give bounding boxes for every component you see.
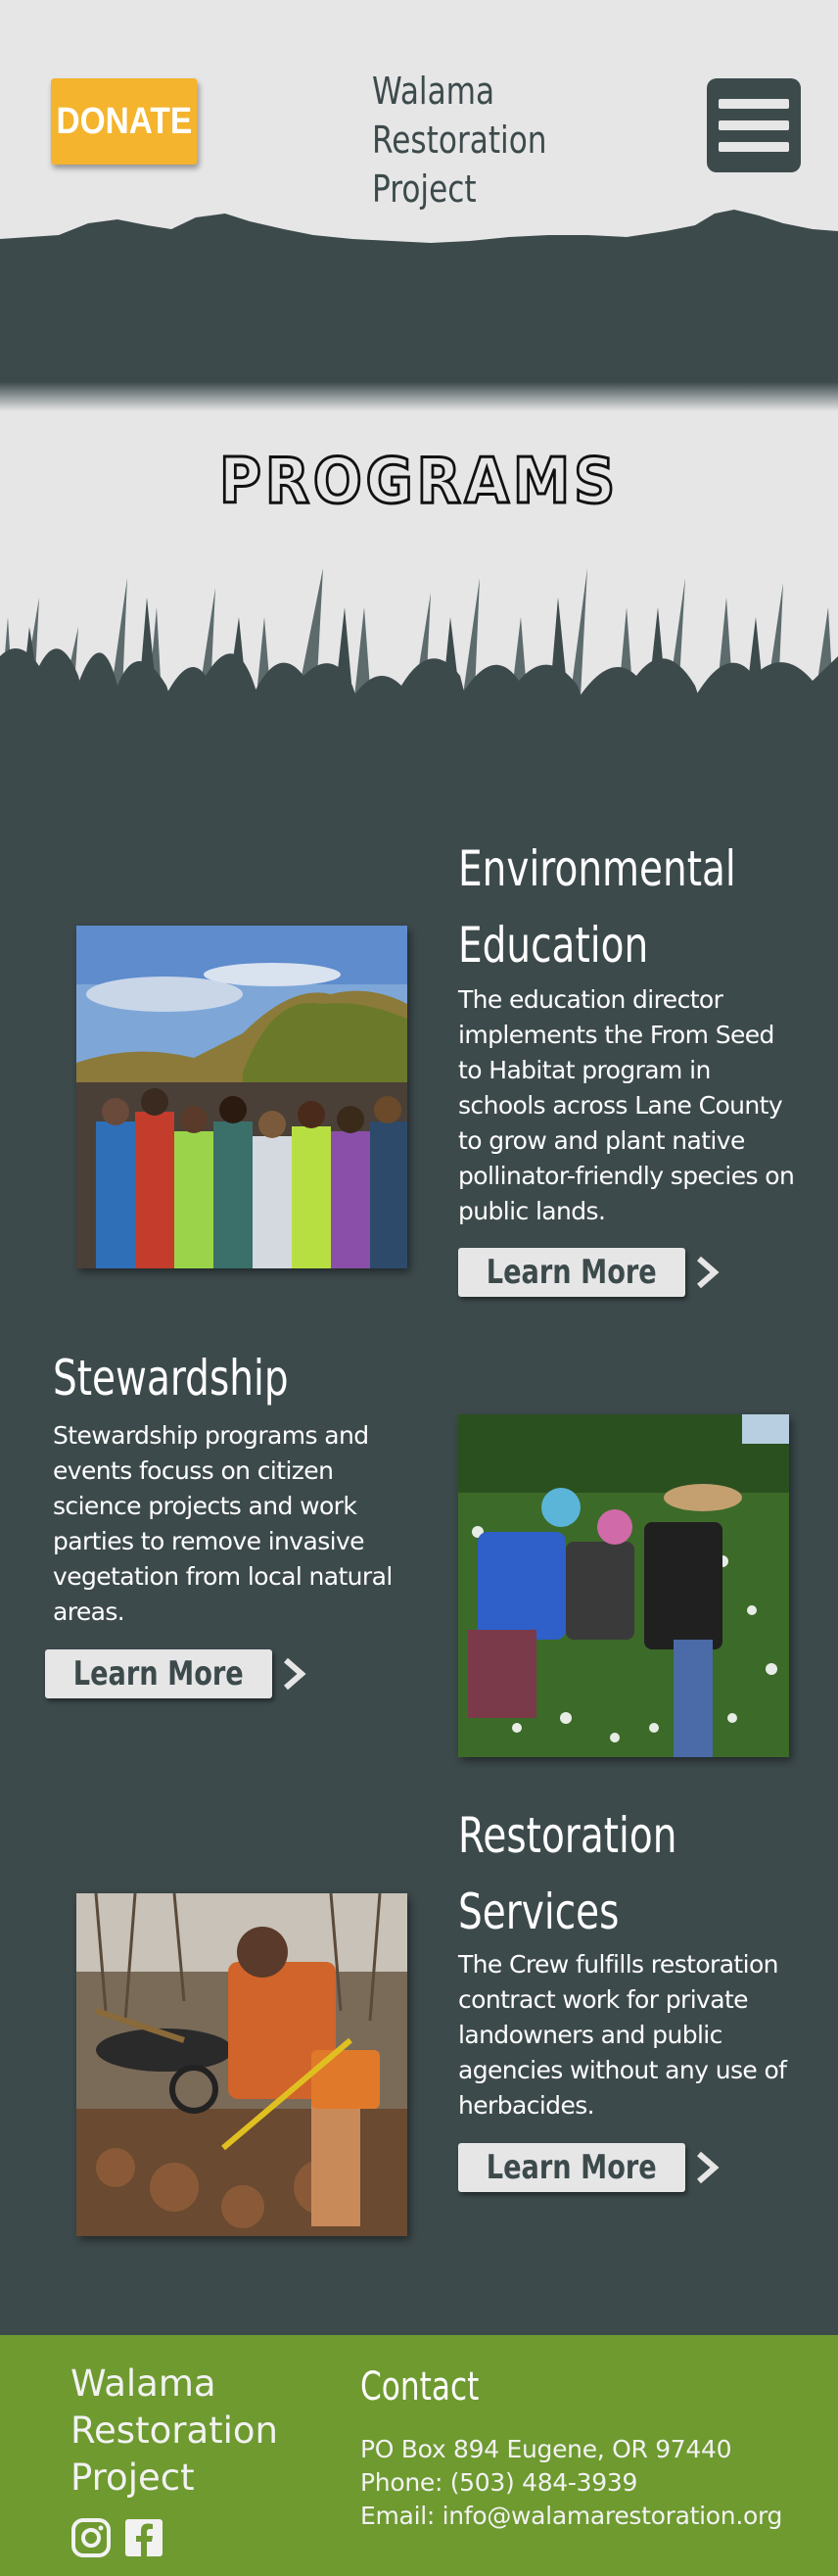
learn-more-button-restoration-services[interactable]: Learn More — [458, 2143, 685, 2192]
footer-org-name: Walama Restoration Project — [70, 2362, 278, 2499]
donate-button[interactable]: DONATE — [51, 78, 198, 165]
programs-section: Environmental Education The education di… — [0, 713, 838, 2335]
program-description-restoration-services: The Crew fulfills restoration contract w… — [458, 1950, 787, 2120]
menu-bar — [719, 142, 789, 152]
contact-phone[interactable]: Phone: (503) 484-3939 — [360, 2468, 637, 2497]
contact-title: Contact — [360, 2364, 480, 2409]
learn-more-button-stewardship[interactable]: Learn More — [45, 1649, 272, 1698]
program-title-stewardship: Stewardship — [53, 1350, 289, 1407]
program-description-stewardship: Stewardship programs and events focuss o… — [53, 1421, 393, 1626]
chevron-right-icon[interactable] — [695, 2151, 721, 2184]
learn-more-label: Learn More — [73, 1654, 244, 1693]
page-title: PROGRAMS — [218, 445, 620, 520]
chevron-right-icon[interactable] — [282, 1657, 307, 1691]
menu-bar — [719, 99, 789, 109]
restoration-services-photo — [76, 1893, 407, 2236]
learn-more-button-environmental-education[interactable]: Learn More — [458, 1248, 685, 1297]
environmental-education-photo — [76, 926, 407, 1268]
stewardship-photo — [458, 1414, 789, 1757]
contact-address: PO Box 894 Eugene, OR 97440 — [360, 2435, 732, 2463]
hamburger-menu-icon[interactable] — [707, 78, 801, 172]
site-title[interactable]: Walama Restoration Project — [372, 67, 548, 214]
program-title-environmental-education: Environmental Education — [458, 840, 736, 974]
learn-more-label: Learn More — [487, 2148, 657, 2187]
chevron-right-icon[interactable] — [695, 1256, 721, 1289]
menu-bar — [719, 120, 789, 130]
contact-email[interactable]: Email: info@walamarestoration.org — [360, 2502, 782, 2530]
program-title-restoration-services: Restoration Services — [458, 1807, 677, 1940]
program-description-environmental-education: The education director implements the Fr… — [458, 985, 795, 1225]
mountain-silhouette-banner — [0, 210, 838, 411]
facebook-icon[interactable] — [123, 2517, 164, 2558]
learn-more-label: Learn More — [487, 1253, 657, 1292]
site-footer: Walama Restoration Project Contact PO Bo… — [0, 2335, 838, 2576]
grass-silhouette-divider — [0, 568, 838, 715]
instagram-icon[interactable] — [70, 2517, 112, 2558]
